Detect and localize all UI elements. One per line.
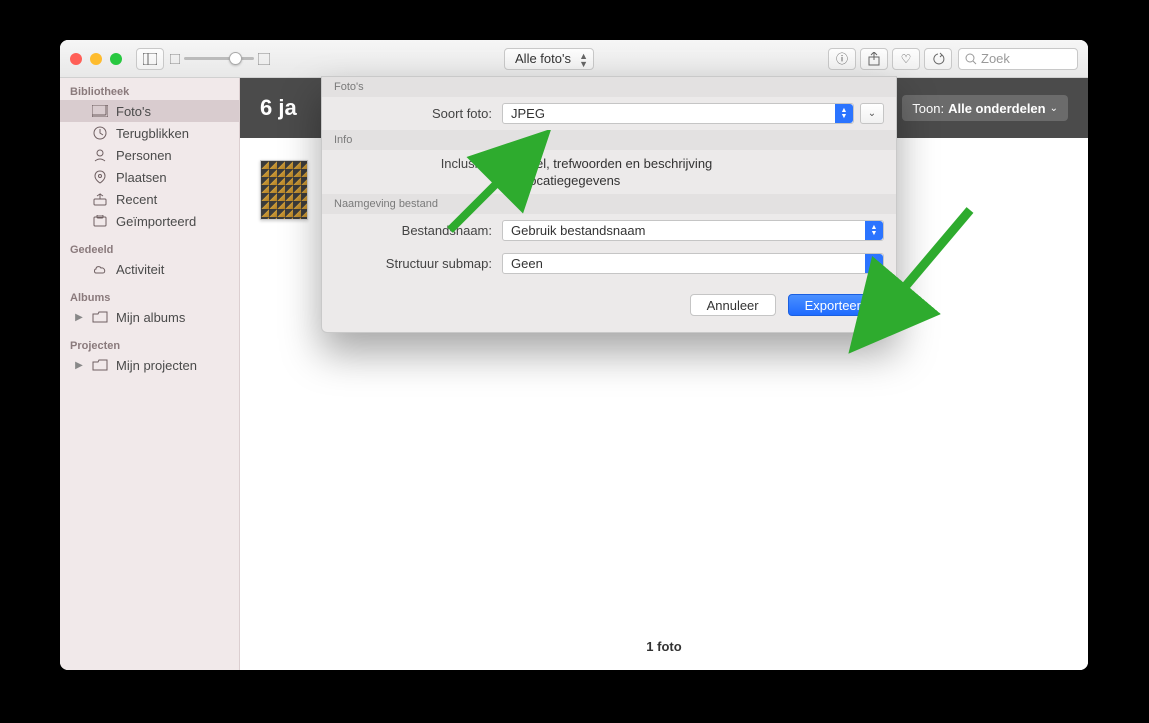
photo-kind-select[interactable]: JPEG ▲▼ <box>502 103 854 124</box>
zoom-slider-track[interactable] <box>184 57 254 60</box>
info-icon: ⓘ <box>836 50 848 67</box>
show-filter-prefix: Toon: <box>912 101 944 116</box>
library-filter-label: Alle foto's <box>515 51 571 66</box>
activity-icon <box>92 261 108 277</box>
chevron-updown-icon: ▲▼ <box>579 52 588 68</box>
dialog-section-photos: Foto's <box>322 77 896 97</box>
window-controls <box>70 53 122 65</box>
sidebar-item-label: Terugblikken <box>116 126 189 141</box>
places-icon <box>92 169 108 185</box>
search-icon <box>965 53 977 65</box>
sidebar-header-albums: Albums <box>60 288 239 306</box>
item-count-label: 1 foto <box>240 639 1088 654</box>
sidebar-item-activiteit[interactable]: Activiteit <box>60 258 239 280</box>
sidebar-header-gedeeld: Gedeeld <box>60 240 239 258</box>
sidebar-item-label: Personen <box>116 148 172 163</box>
show-filter-value: Alle onderdelen <box>948 101 1046 116</box>
app-window: Alle foto's ▲▼ ⓘ ♡ Zoek Bibliotheek Foto… <box>60 40 1088 670</box>
export-button[interactable]: Exporteer <box>788 294 878 316</box>
zoom-in-icon <box>258 53 270 65</box>
sidebar-item-label: Mijn albums <box>116 310 185 325</box>
info-button[interactable]: ⓘ <box>828 48 856 70</box>
share-icon <box>868 52 880 66</box>
select-arrows-icon: ▲▼ <box>865 254 883 273</box>
filename-value: Gebruik bestandsnaam <box>511 223 645 238</box>
sidebar-toggle-button[interactable] <box>136 48 164 70</box>
library-filter-dropdown[interactable]: Alle foto's ▲▼ <box>504 48 594 70</box>
sidebar-item-geimporteerd[interactable]: Geïmporteerd <box>60 210 239 232</box>
rotate-icon <box>931 52 945 66</box>
dialog-section-naming: Naamgeving bestand <box>322 194 896 214</box>
search-field[interactable]: Zoek <box>958 48 1078 70</box>
zoom-out-icon <box>170 54 180 64</box>
photo-kind-label: Soort foto: <box>334 106 492 121</box>
photos-icon <box>92 103 108 119</box>
people-icon <box>92 147 108 163</box>
sidebar-item-recent[interactable]: Recent <box>60 188 239 210</box>
chevron-down-icon: ⌄ <box>868 108 876 119</box>
subfolder-select[interactable]: Geen ▲▼ <box>502 253 884 274</box>
select-arrows-icon: ▲▼ <box>865 221 883 240</box>
chevron-down-icon: ⌄ <box>1050 103 1058 114</box>
filename-select[interactable]: Gebruik bestandsnaam ▲▼ <box>502 220 884 241</box>
checkbox-title-keywords-label: Titel, trefwoorden en beschrijving <box>522 156 712 171</box>
close-window-button[interactable] <box>70 53 82 65</box>
favorite-button[interactable]: ♡ <box>892 48 920 70</box>
sidebar-item-fotos[interactable]: Foto's <box>60 100 239 122</box>
inclusive-label: Inclusief: <box>334 156 492 171</box>
subfolder-label: Structuur submap: <box>334 256 492 271</box>
sidebar-item-personen[interactable]: Personen <box>60 144 239 166</box>
sidebar: Bibliotheek Foto's Terugblikken Personen… <box>60 78 240 670</box>
subfolder-value: Geen <box>511 256 543 271</box>
minimize-window-button[interactable] <box>90 53 102 65</box>
disclosure-triangle-icon[interactable]: ▶ <box>74 312 84 323</box>
sidebar-item-label: Activiteit <box>116 262 164 277</box>
sidebar-item-label: Recent <box>116 192 157 207</box>
sidebar-item-terugblikken[interactable]: Terugblikken <box>60 122 239 144</box>
titlebar: Alle foto's ▲▼ ⓘ ♡ Zoek <box>60 40 1088 78</box>
imported-icon <box>92 213 108 229</box>
cancel-button[interactable]: Annuleer <box>690 294 776 316</box>
search-placeholder: Zoek <box>981 51 1010 66</box>
checkbox-location-label: Locatiegegevens <box>522 173 620 188</box>
folder-icon <box>92 357 108 373</box>
sidebar-icon <box>143 53 157 65</box>
export-dialog: Foto's Soort foto: JPEG ▲▼ ⌄ Info Inclus… <box>321 76 897 333</box>
share-button[interactable] <box>860 48 888 70</box>
select-arrows-icon: ▲▼ <box>835 104 853 123</box>
filename-label: Bestandsnaam: <box>334 223 492 238</box>
sidebar-item-label: Foto's <box>116 104 151 119</box>
dialog-section-info: Info <box>322 130 896 150</box>
sidebar-item-label: Plaatsen <box>116 170 167 185</box>
sidebar-header-projecten: Projecten <box>60 336 239 354</box>
zoom-slider[interactable] <box>170 53 270 65</box>
zoom-slider-knob[interactable] <box>229 52 242 65</box>
recent-icon <box>92 191 108 207</box>
sidebar-header-bibliotheek: Bibliotheek <box>60 82 239 100</box>
sidebar-item-plaatsen[interactable]: Plaatsen <box>60 166 239 188</box>
folder-icon <box>92 309 108 325</box>
expand-options-button[interactable]: ⌄ <box>860 103 884 124</box>
sidebar-item-mijn-projecten[interactable]: ▶ Mijn projecten <box>60 354 239 376</box>
show-filter-button[interactable]: Toon: Alle onderdelen ⌄ <box>902 95 1068 121</box>
photo-thumbnail[interactable] <box>260 160 308 220</box>
checkbox-location[interactable] <box>502 174 516 188</box>
photo-kind-value: JPEG <box>511 106 545 121</box>
checkbox-title-keywords[interactable]: ✓ <box>502 157 516 171</box>
rotate-button[interactable] <box>924 48 952 70</box>
heart-icon: ♡ <box>901 52 912 66</box>
disclosure-triangle-icon[interactable]: ▶ <box>74 360 84 371</box>
sidebar-item-label: Geïmporteerd <box>116 214 196 229</box>
memories-icon <box>92 125 108 141</box>
sidebar-item-label: Mijn projecten <box>116 358 197 373</box>
zoom-window-button[interactable] <box>110 53 122 65</box>
sidebar-item-mijn-albums[interactable]: ▶ Mijn albums <box>60 306 239 328</box>
